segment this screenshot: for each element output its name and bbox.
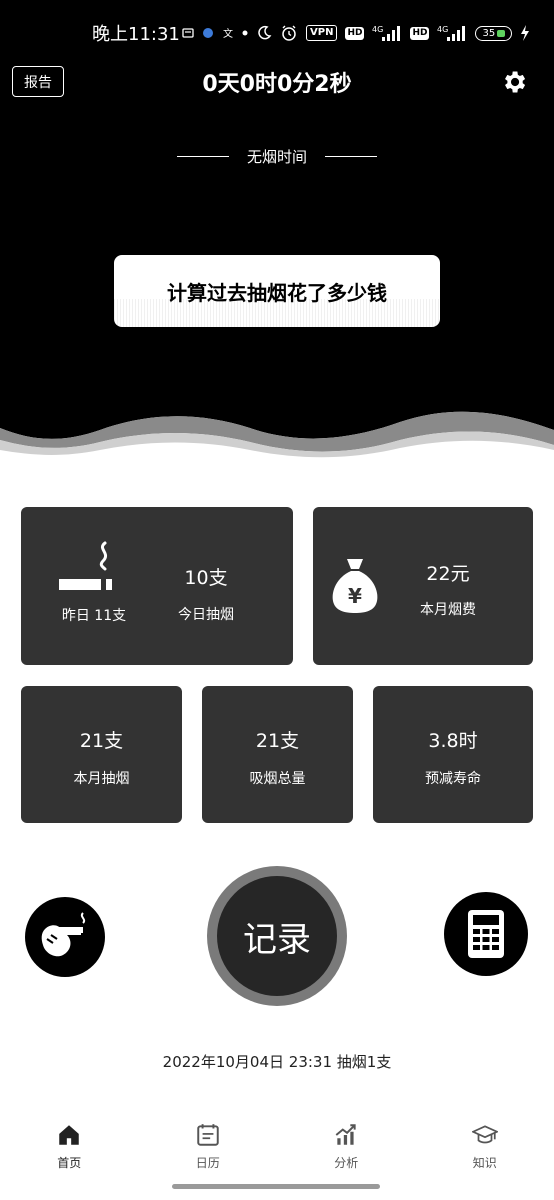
today-smoke-card[interactable]: 昨日 11支 10支 今日抽烟 [21,507,293,665]
yesterday-count: 昨日 11支 [61,608,127,624]
record-button[interactable]: 记录 [207,866,347,1006]
nav-item-home[interactable]: 首页 [0,1112,139,1178]
header: 晚上11:31 文 VPN HD 4G HD 4G 35 报告 0天0时0分2秒… [0,0,554,460]
nav-item-analysis[interactable]: 分析 [277,1112,416,1178]
hd-badge: HD [345,26,365,40]
smoking-person-icon [41,912,86,957]
section-title-text: 无烟时间 [246,148,307,166]
record-button-inner: 记录 [217,876,337,996]
svg-text:¥: ¥ [348,584,362,608]
battery-level: 35 [482,27,496,39]
signal-icon: 4G [372,24,402,42]
calculate-cost-button[interactable]: 计算过去抽烟花了多少钱 [114,255,440,327]
home-icon [59,1125,79,1145]
last-record-text: 2022年10月04日 23:31 抽烟1支 [162,1053,392,1071]
nav-label-calendar: 日历 [195,1156,220,1170]
network-type-label: 4G [372,25,383,34]
smoke-free-section-title: 无烟时间 [0,146,554,167]
gear-icon[interactable] [500,68,528,96]
nav-label-knowledge: 知识 [472,1156,497,1170]
month-smoke-value: 21支 [79,730,124,752]
battery-fill [497,29,506,37]
bottom-nav: 首页 日历 分析 知识 [0,1112,554,1178]
cigarette-icon [59,541,112,590]
vpn-badge: VPN [306,25,338,41]
knowledge-icon [471,1125,498,1144]
notification-icon [182,27,194,39]
smoking-person-button[interactable] [25,897,105,977]
month-smoke-label: 本月抽烟 [73,771,130,787]
calculator-icon [468,910,504,958]
life-reduction-value: 3.8时 [428,730,478,752]
nav-label-analysis: 分析 [334,1156,359,1170]
calculator-button[interactable] [444,892,528,976]
hd-badge-2: HD [410,26,430,40]
status-bar: 晚上11:31 文 VPN HD 4G HD 4G 35 [0,12,554,48]
moon-icon [256,25,272,41]
home-indicator[interactable] [172,1184,380,1189]
title-divider-left [176,155,229,158]
smoke-free-timer: 0天0时0分2秒 [202,72,352,97]
calculate-cost-label: 计算过去抽烟花了多少钱 [167,280,387,305]
month-cost-label: 本月烟费 [420,602,476,618]
app-icon [202,27,214,39]
title-divider-right [325,155,377,158]
today-count-label: 今日抽烟 [178,607,234,623]
wave-divider [0,400,554,470]
status-time: 晚上11:31 [92,24,180,45]
charging-icon [520,25,530,41]
calendar-icon [197,1124,219,1146]
nav-item-knowledge[interactable]: 知识 [416,1112,554,1178]
month-cost-value: 22元 [426,563,470,585]
month-smoke-card[interactable]: 21支 本月抽烟 [21,686,182,823]
alarm-icon [280,24,298,42]
today-count-value: 10支 [184,567,228,589]
nav-label-home: 首页 [57,1156,82,1170]
life-reduction-card[interactable]: 3.8时 预减寿命 [373,686,533,823]
status-icons: 文 VPN HD 4G HD 4G 35 [182,20,534,46]
total-smoke-value: 21支 [255,730,300,752]
total-smoke-card[interactable]: 21支 吸烟总量 [202,686,353,823]
nav-item-calendar[interactable]: 日历 [139,1112,278,1178]
analysis-icon [335,1124,356,1145]
svg-text:文: 文 [223,27,233,39]
battery-icon: 35 [475,25,513,41]
signal-icon-2: 4G [437,24,467,42]
dot-icon [242,30,248,36]
life-reduction-label: 预减寿命 [425,771,481,787]
network-type-label-2: 4G [437,25,448,34]
total-smoke-label: 吸烟总量 [249,771,306,787]
month-cost-card[interactable]: ¥ 22元 本月烟费 [313,507,533,665]
translate-icon: 文 [222,27,234,39]
money-bag-icon: ¥ [332,559,378,613]
